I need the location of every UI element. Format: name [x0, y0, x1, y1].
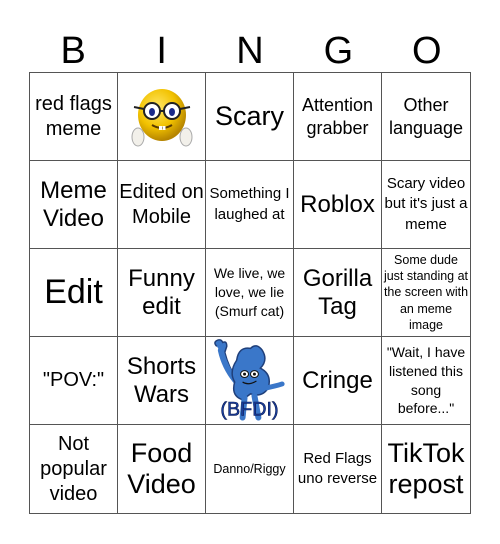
bingo-cell[interactable]: (BFDI) [206, 337, 294, 425]
header-letter-i: I [156, 30, 167, 72]
cell-text: Something I laughed at [209, 185, 290, 223]
cell-text: Roblox [300, 190, 375, 218]
cell-text: Edit [44, 272, 103, 311]
bingo-cell[interactable]: "POV:" [30, 337, 118, 425]
bingo-cell[interactable]: Scary [206, 73, 294, 161]
bingo-cell[interactable]: Meme Video [30, 161, 118, 249]
bingo-cell[interactable]: Other language [382, 73, 470, 161]
bfdi-label: (BFDI) [220, 398, 278, 420]
bingo-cell[interactable]: Attention grabber [294, 73, 382, 161]
bingo-cell[interactable]: Food Video [118, 425, 206, 513]
cell-text: Scary video but it's just a meme [384, 175, 468, 233]
bingo-cell[interactable]: Gorilla Tag [294, 249, 382, 337]
bingo-cell[interactable]: Edited on Mobile [118, 161, 206, 249]
cell-text: Funny edit [128, 264, 195, 320]
cell-text: Gorilla Tag [302, 264, 373, 320]
header-letter-o: O [412, 30, 442, 72]
bingo-cell[interactable]: Some dude just standing at the screen wi… [382, 249, 470, 337]
cell-text: Food Video [127, 437, 196, 499]
cell-text: Some dude just standing at the screen wi… [383, 252, 469, 332]
header-letter-g: G [323, 30, 354, 72]
header-letter-n: N [236, 30, 264, 72]
nerd-smiley-icon [131, 88, 192, 146]
cell-text: TikTok repost [387, 437, 465, 499]
cell-text: red flags meme [35, 92, 112, 140]
bingo-cell[interactable]: "Wait, I have listened this song before.… [382, 337, 470, 425]
cell-text: Not popular video [40, 432, 107, 505]
header-letter-b: B [60, 30, 86, 72]
cell-text: Edited on Mobile [119, 180, 204, 228]
cell-text: "POV:" [42, 369, 105, 391]
bingo-cell[interactable] [118, 73, 206, 161]
bingo-header: B I N G O [29, 30, 471, 72]
bingo-cell[interactable]: Scary video but it's just a meme [382, 161, 470, 249]
bingo-cell[interactable]: Shorts Wars [118, 337, 206, 425]
bingo-cell[interactable]: TikTok repost [382, 425, 470, 513]
bingo-cell[interactable]: Danno/Riggy [206, 425, 294, 513]
cell-text: Red Flags uno reverse [297, 449, 378, 487]
bingo-cell[interactable]: Funny edit [118, 249, 206, 337]
bingo-cell[interactable]: Cringe [294, 337, 382, 425]
bingo-cell[interactable]: Roblox [294, 161, 382, 249]
bingo-cell[interactable]: Not popular video [30, 425, 118, 513]
bingo-cell[interactable]: red flags meme [30, 73, 118, 161]
bingo-cell[interactable]: Edit [30, 249, 118, 337]
bingo-cell[interactable]: We live, we love, we lie (Smurf cat) [206, 249, 294, 337]
bfdi-four-character-icon: (BFDI) [214, 338, 285, 420]
bingo-card: red flags meme Scary Attention grabber O… [29, 72, 471, 514]
cell-text: Attention grabber [301, 95, 374, 138]
bingo-cell[interactable]: Red Flags uno reverse [294, 425, 382, 513]
cell-text: Other language [388, 95, 464, 138]
bingo-cell[interactable]: Something I laughed at [206, 161, 294, 249]
cell-text: We live, we love, we lie (Smurf cat) [213, 265, 286, 319]
cell-text: Scary [214, 100, 285, 131]
cell-text: "Wait, I have listened this song before.… [386, 343, 466, 417]
cell-text: Cringe [302, 366, 373, 394]
cell-text: Meme Video [40, 176, 107, 232]
cell-text: Danno/Riggy [213, 462, 286, 476]
cell-text: Shorts Wars [126, 352, 197, 408]
